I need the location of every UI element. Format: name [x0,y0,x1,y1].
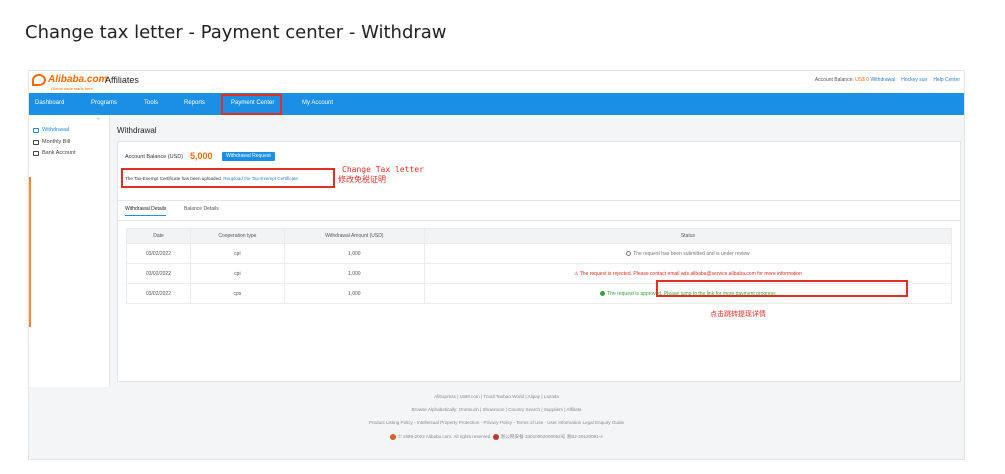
header-balance-label: Account Balance: [814,77,854,83]
cell-date: 03/02/2022 [126,243,191,264]
nav-tools[interactable]: Tools [144,100,158,106]
tax-certificate-text: The Tax-Exempt Certificate has been uplo… [125,176,222,181]
footer-copyright: © 1999-2022 Alibaba.com. All rights rese… [29,434,964,440]
details-panel: Withdrawal Details Balance Details Date … [117,200,961,382]
payment-center-highlight [221,94,282,115]
warning-icon: ⚠ [573,270,579,277]
column-header: Cooperation type [189,228,285,244]
column-header: Date [126,228,191,244]
app-title: Affiliates [105,75,139,85]
cell-status: The request has been submitted and is un… [423,243,953,264]
header-withdrawal-link[interactable]: Withdrawal [870,77,895,83]
reupload-certificate-link[interactable]: Reupload the Tax-Exempt Certificate [223,176,298,181]
tab-divider [118,220,960,221]
document-title: Change tax letter - Payment center - Wit… [25,22,447,43]
nav-dashboard[interactable]: Dashboard [35,100,64,106]
dollar-icon [33,127,39,133]
check-dot-icon [600,290,606,296]
cell-amount: 1,000 [283,283,425,304]
annotation-jump-detail-cn: 点击跳转提现详情 [710,311,766,318]
logo-text: Alibaba.com [48,74,108,85]
sidebar-item-label: Withdrawal [42,127,70,133]
sidebar-item-bank-account[interactable]: Bank Account [33,150,76,156]
cell-date: 03/02/2022 [126,263,191,284]
logo-tagline: Global trade starts here. [51,86,94,91]
sidebar-item-withdrawal[interactable]: Withdrawal [33,127,69,133]
table-row: 03/02/2022 cpi 1,000 The request has bee… [126,243,953,264]
sidebar: « Withdrawal Monthly Bill Bank Account [29,115,110,387]
alibaba-logo[interactable]: Alibaba.com Global trade starts here. [32,74,108,91]
approved-status-highlight [656,280,908,297]
page-footer: AliExpress | 1688.com | Tmall Taobao Wor… [29,387,964,459]
column-header: Status [423,228,953,244]
cell-date: 03/02/2022 [126,283,191,304]
balance-panel: Account Balance (USD) 5,000 Withdrawal R… [117,141,961,201]
main-nav: Dashboard Programs Tools Reports Payment… [29,93,964,115]
clock-icon [626,250,632,256]
footer-links-2[interactable]: Browse Alphabetically: Onetouch | Showro… [29,407,964,412]
status-text: The request is rejected. Please contact … [579,270,802,277]
copyright-text: © 1999-2022 Alibaba.com. All rights rese… [398,434,492,440]
chevron-left-icon[interactable]: « [97,116,100,122]
cell-type: cps [189,283,285,304]
user-menu[interactable]: Hockey sun [901,77,927,83]
status-text: The request has been submitted and is un… [633,250,750,257]
license-text: 浙B2-20120091-4 [566,434,603,440]
table-header-row: Date Cooperation type Withdrawal Amount … [126,228,953,244]
sidebar-item-label: Bank Account [42,150,76,156]
nav-my-account[interactable]: My Account [302,100,333,106]
page-title: Withdrawal [117,126,157,135]
column-header: Withdrawal Amount (USD) [283,228,425,244]
help-center-link[interactable]: Help Center [933,77,960,83]
nav-reports[interactable]: Reports [184,100,205,106]
footer-links-1[interactable]: AliExpress | 1688.com | Tmall Taobao Wor… [29,394,964,399]
annotation-change-tax-letter-cn: 修改免税证明 [338,175,386,184]
bank-icon [33,150,39,156]
withdrawal-request-button[interactable]: Withdrawal Request [222,152,275,161]
globe-icon [390,434,397,440]
header-balance-value: US$ 0 [855,77,870,83]
alibaba-logo-icon [32,74,46,86]
sidebar-item-label: Monthly Bill [42,139,71,145]
cell-amount: 1,000 [283,263,425,284]
tax-certificate-notice: The Tax-Exempt Certificate has been uplo… [125,176,298,181]
tab-withdrawal-details[interactable]: Withdrawal Details [125,206,167,216]
balance-value: 5,000 [190,151,213,161]
icp-text: 浙公网安备 33010002000092号 [500,434,566,440]
tab-balance-details[interactable]: Balance Details [184,206,219,212]
nav-programs[interactable]: Programs [91,100,117,106]
cell-type: cpi [189,243,285,264]
header-balance: Account Balance: US$ 0 Withdrawal [815,77,895,83]
sidebar-accent-line [29,177,31,327]
top-header: Alibaba.com Global trade starts here. Af… [29,71,964,94]
balance-label: Account Balance (USD) [125,154,184,160]
cell-amount: 1,000 [283,243,425,264]
footer-links-3[interactable]: Product Listing Policy - Intellectual Pr… [29,420,964,425]
header-utilities: Account Balance: US$ 0 Withdrawal Hockey… [815,77,960,83]
annotation-change-tax-letter: Change Tax letter [342,165,424,174]
screenshot-frame: Alibaba.com Global trade starts here. Af… [28,70,965,460]
bill-icon [33,139,39,145]
cell-type: cpi [189,263,285,284]
police-badge-icon [492,434,499,440]
sidebar-item-monthly-bill[interactable]: Monthly Bill [33,139,70,145]
